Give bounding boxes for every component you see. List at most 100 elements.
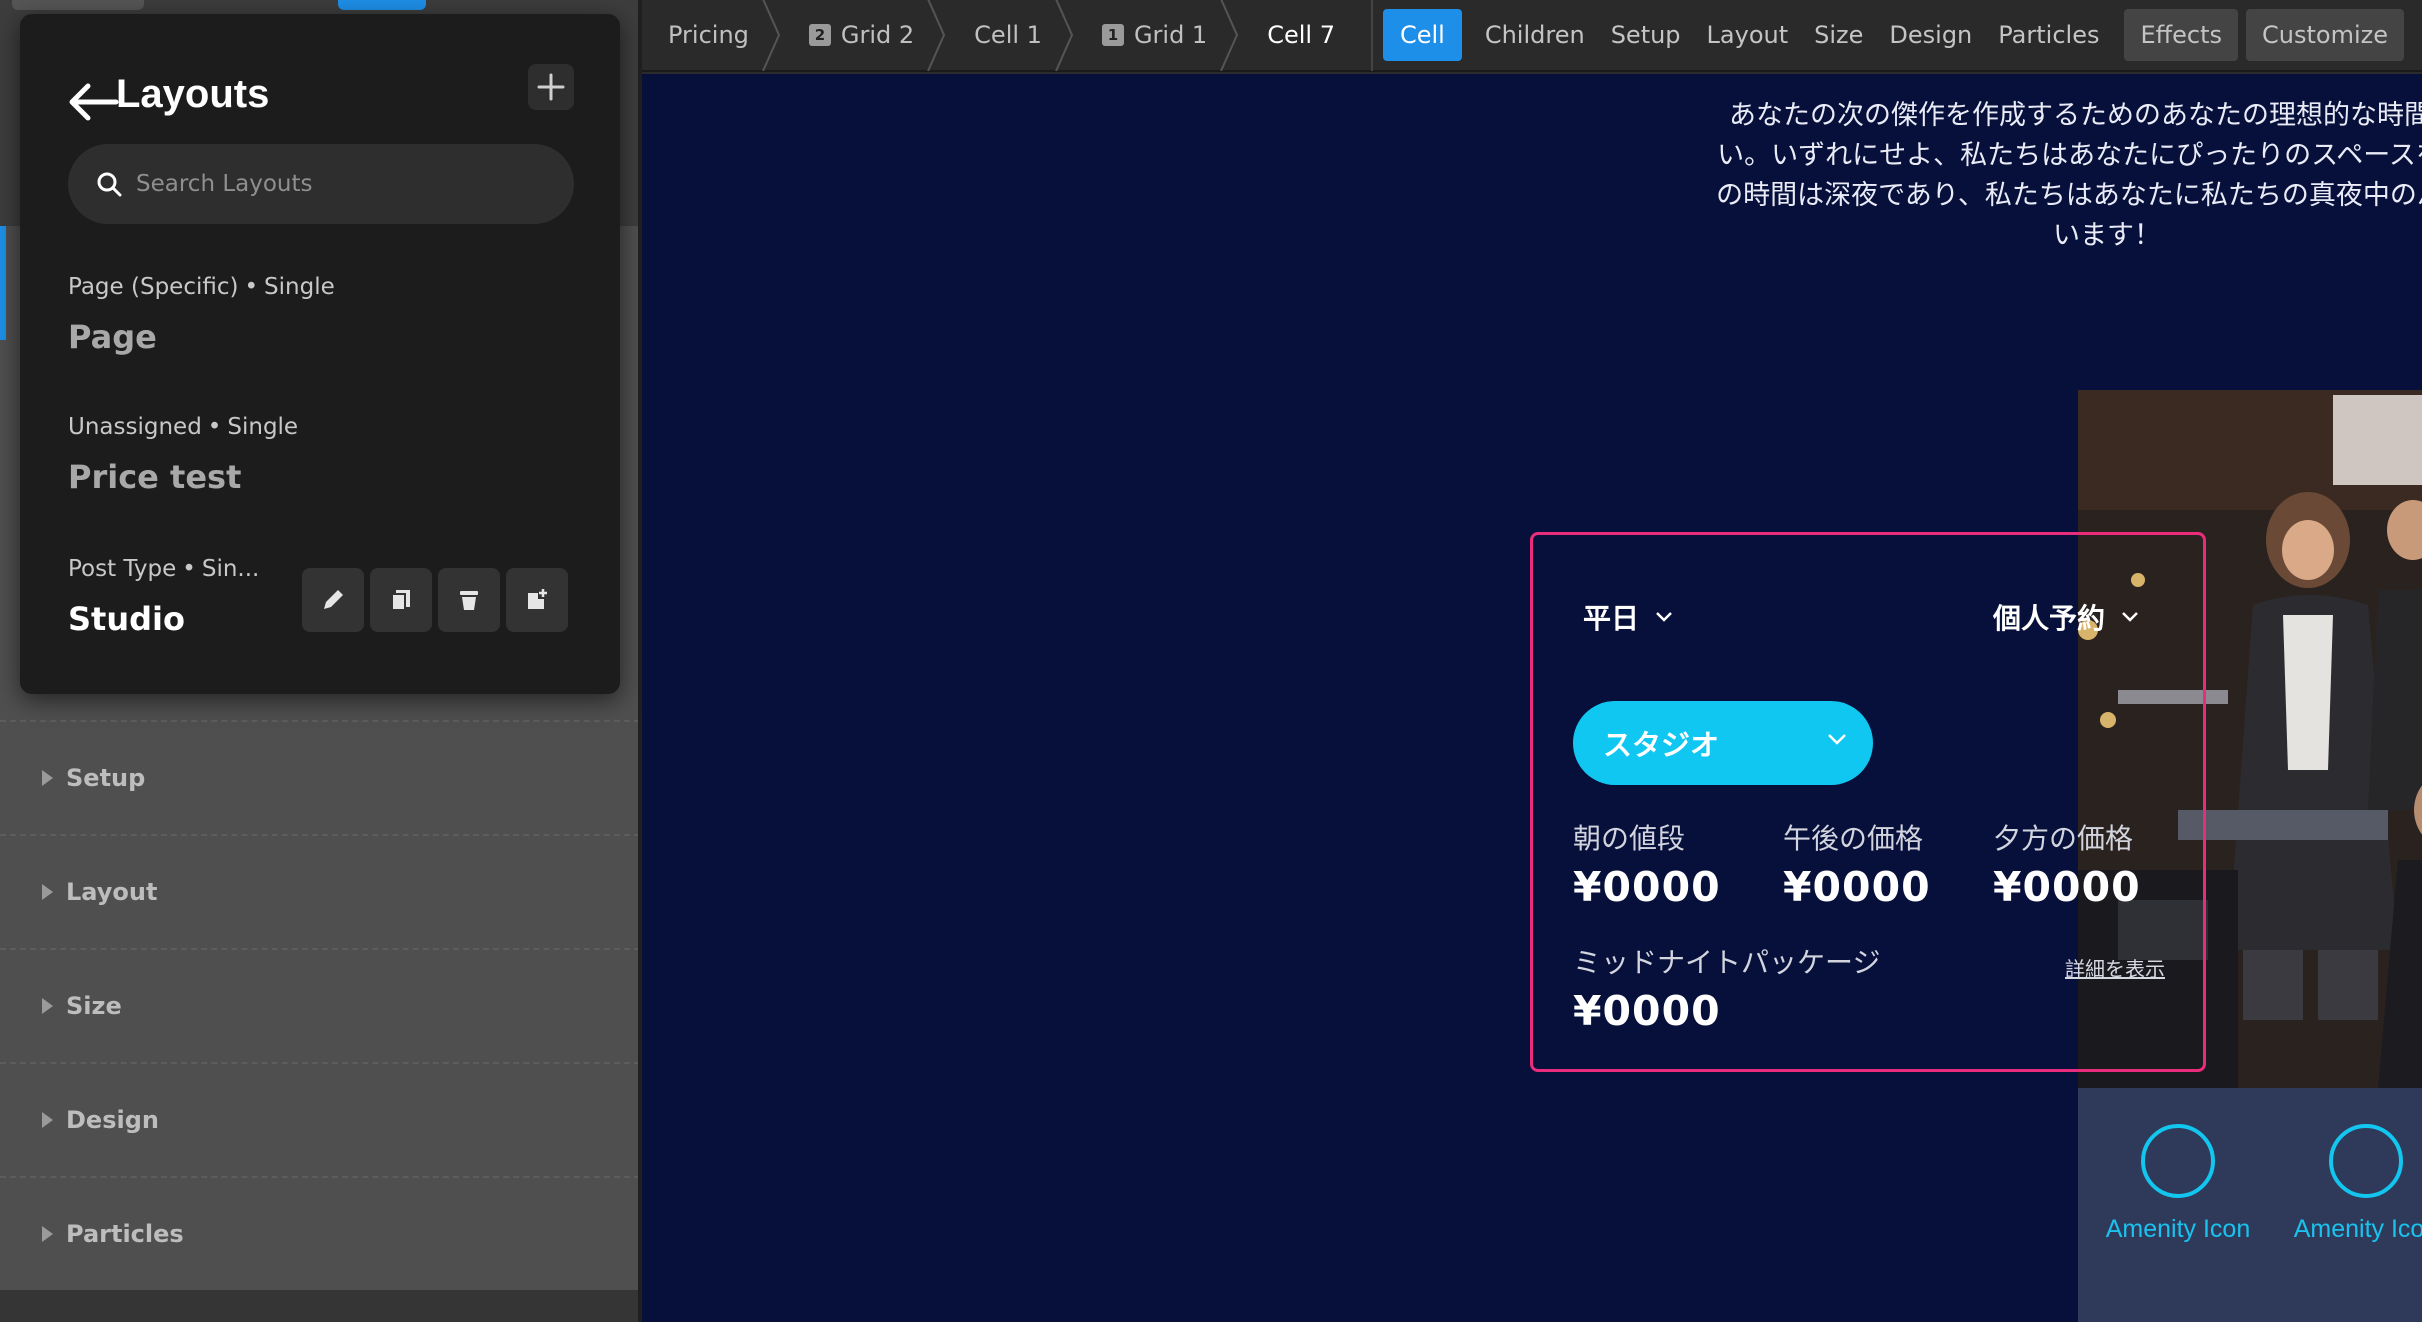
layout-item-meta: Unassigned • Single [68, 414, 299, 440]
price-afternoon: 午後の価格 ¥0000 [1783, 817, 1931, 911]
tab-size[interactable]: Size [1801, 9, 1876, 61]
section-design[interactable]: Design [0, 1062, 640, 1176]
tab-customize[interactable]: Customize [2246, 9, 2405, 61]
layout-actions [302, 568, 568, 632]
section-label: Size [66, 992, 122, 1020]
caret-right-icon [42, 884, 53, 900]
price-label: 夕方の価格 [1993, 822, 2134, 855]
layout-type: Page (Specific) [68, 274, 239, 300]
caret-right-icon [42, 1112, 53, 1128]
price-midnight: ミッドナイトパッケージ ¥0000 [1573, 941, 1880, 1035]
search-box[interactable] [68, 144, 574, 224]
price-label: 朝の値段 [1573, 822, 1686, 855]
pencil-icon [324, 590, 343, 609]
view-details-link[interactable]: 詳細を表示 [2065, 953, 2165, 982]
price-label: ミッドナイトパッケージ [1573, 946, 1881, 979]
search-icon [97, 172, 122, 197]
amenity-item: Amenity Icon [2078, 1124, 2278, 1246]
chevron-down-icon [1656, 612, 1672, 622]
chevron-separator-icon [1220, 0, 1239, 71]
layout-type: Unassigned [68, 414, 202, 440]
amenity-label: Amenity Icon [2105, 1215, 2251, 1243]
tab-setup[interactable]: Setup [1598, 9, 1694, 61]
chevron-separator-icon [927, 0, 946, 71]
add-document-icon [528, 589, 547, 609]
layout-item-studio[interactable]: Post Type • Sin... Studio [68, 556, 259, 638]
intro-line: います！ [2053, 220, 2161, 251]
active-indicator [0, 226, 6, 340]
amenity-item: Amenity Icon [2266, 1124, 2422, 1246]
breadcrumb-pricing[interactable]: Pricing [642, 0, 783, 71]
tab-effects[interactable]: Effects [2124, 9, 2239, 61]
add-layout-button[interactable] [528, 64, 574, 110]
layout-item-price-test[interactable]: Unassigned • Single Price test [68, 414, 298, 496]
intro-line: の時間は深夜であり、私たちはあなたに私たちの真夜中のパッケ [1716, 180, 2422, 211]
layout-item-meta: Page (Specific) • Single [68, 274, 335, 300]
section-size[interactable]: Size [0, 948, 640, 1062]
panel-title: Layouts [116, 72, 270, 116]
price-value: ¥0000 [1573, 987, 1721, 1035]
price-label: 午後の価格 [1783, 822, 1924, 855]
section-setup[interactable]: Setup [0, 720, 640, 834]
room-select-value: スタジオ [1603, 728, 1720, 762]
search-input[interactable] [136, 171, 536, 197]
new-from-button[interactable] [506, 568, 568, 632]
booking-type-dropdown[interactable]: 個人予約 [1993, 597, 2139, 637]
intro-line: い。いずれにせよ、私たちはあなたにぴったりのスペースを持っ [1717, 140, 2422, 171]
price-card[interactable]: 平日 個人予約 スタジオ 朝の値段 ¥0000 午後の価格 ¥0000 夕方の価… [1530, 532, 2206, 1072]
layout-name: Studio [68, 600, 185, 638]
breadcrumb-label: Pricing [668, 21, 749, 49]
caret-right-icon [42, 1226, 53, 1242]
copy-icon [391, 590, 410, 611]
layout-item-meta: Post Type • Sin... [68, 556, 260, 582]
level-badge: 2 [808, 24, 831, 46]
dropdown-value: 個人予約 [1993, 602, 2106, 635]
breadcrumb-label: Grid 2 [840, 21, 915, 49]
layout-item-page[interactable]: Page (Specific) • Single Page [68, 274, 335, 356]
tab-design[interactable]: Design [1876, 9, 1985, 61]
chevron-separator-icon [1055, 0, 1074, 71]
amenity-circle-icon [2329, 1124, 2403, 1198]
chevron-separator-icon [761, 0, 781, 71]
breadcrumb-grid-1[interactable]: 1 Grid 1 [1076, 0, 1241, 71]
edit-button[interactable] [302, 568, 364, 632]
amenity-circle-icon [2141, 1124, 2215, 1198]
layout-mode: Single [264, 274, 335, 300]
day-type-dropdown[interactable]: 平日 [1583, 597, 1673, 637]
amenity-strip: Amenity Icon Amenity Icon [2078, 1088, 2422, 1322]
intro-line: あなたの次の傑作を作成するためのあなたの理想的な時間と価 [1729, 100, 2422, 131]
duplicate-button[interactable] [370, 568, 432, 632]
sidebar-top-control[interactable] [12, 0, 144, 10]
sidebar-top-active-control[interactable] [338, 0, 426, 10]
section-layout[interactable]: Layout [0, 834, 640, 948]
price-value: ¥0000 [1783, 863, 1931, 911]
section-label: Design [66, 1106, 159, 1134]
price-morning: 朝の値段 ¥0000 [1573, 817, 1721, 911]
amenity-label: Amenity Icon [2293, 1215, 2422, 1243]
tab-cell[interactable]: Cell [1382, 9, 1462, 61]
sidebar-footer-strip [0, 1290, 640, 1322]
price-value: ¥0000 [1993, 863, 2141, 911]
dropdown-value: 平日 [1583, 602, 1640, 635]
tab-particles[interactable]: Particles [1985, 9, 2112, 61]
tab-children[interactable]: Children [1472, 9, 1598, 61]
layouts-panel: Layouts Page (Specific)•Single Page Unas… [20, 14, 620, 694]
chevron-down-icon [2122, 612, 2138, 622]
preview-canvas: あなたの次の傑作を作成するためのあなたの理想的な時間と価 い。いずれにせよ、私た… [642, 74, 2422, 1322]
delete-button[interactable] [438, 568, 500, 632]
room-select-button[interactable]: スタジオ [1573, 701, 1873, 785]
section-label: Layout [66, 878, 158, 906]
tab-layout[interactable]: Layout [1694, 9, 1802, 61]
breadcrumb-cell-1[interactable]: Cell 1 [948, 0, 1076, 71]
section-particles[interactable]: Particles [0, 1176, 640, 1290]
chevron-down-icon [1828, 734, 1846, 745]
layout-type: Post Type [68, 556, 177, 582]
toolbar-divider [1370, 0, 1373, 71]
breadcrumb-cell-7[interactable]: Cell 7 [1241, 0, 1361, 71]
price-evening: 夕方の価格 ¥0000 [1993, 817, 2141, 911]
layout-mode: Sin... [201, 556, 260, 582]
breadcrumb-label: Cell 1 [974, 21, 1042, 49]
section-label: Setup [66, 764, 146, 792]
breadcrumb-grid-2[interactable]: 2 Grid 2 [783, 0, 948, 71]
plus-icon [537, 73, 565, 101]
